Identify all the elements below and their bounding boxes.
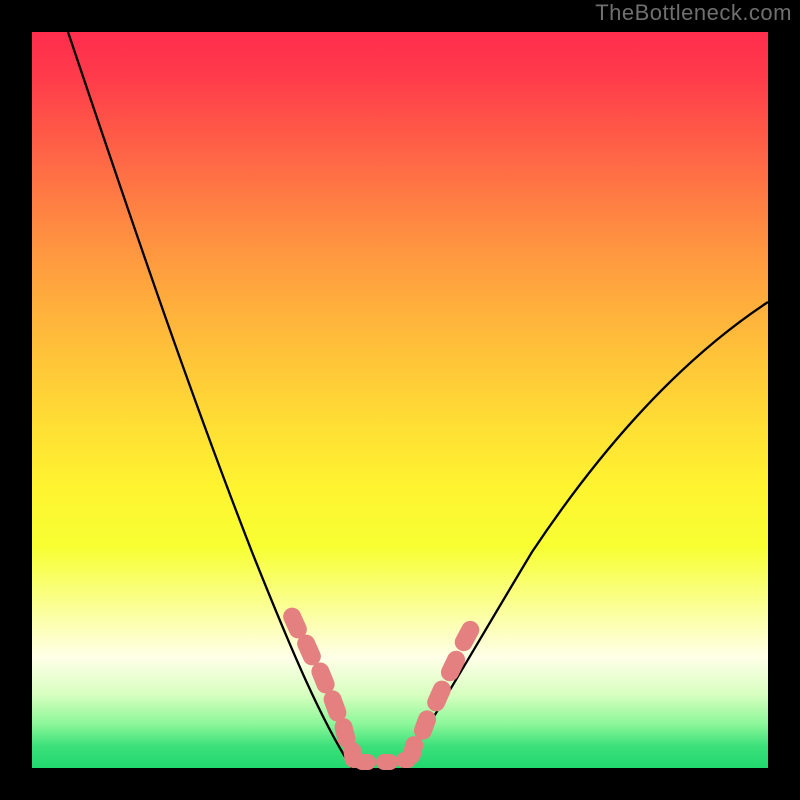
right-blob-cluster xyxy=(401,618,483,766)
chart-svg xyxy=(32,32,768,768)
watermark-text: TheBottleneck.com xyxy=(595,0,792,26)
left-blob-cluster xyxy=(280,605,363,769)
blob-segment xyxy=(376,754,398,770)
blob-segment xyxy=(354,754,376,770)
plot-area xyxy=(32,32,768,768)
blob-segment xyxy=(452,618,483,655)
blob-segment xyxy=(424,678,453,715)
right-curve xyxy=(402,302,768,768)
chart-frame: TheBottleneck.com xyxy=(0,0,800,800)
